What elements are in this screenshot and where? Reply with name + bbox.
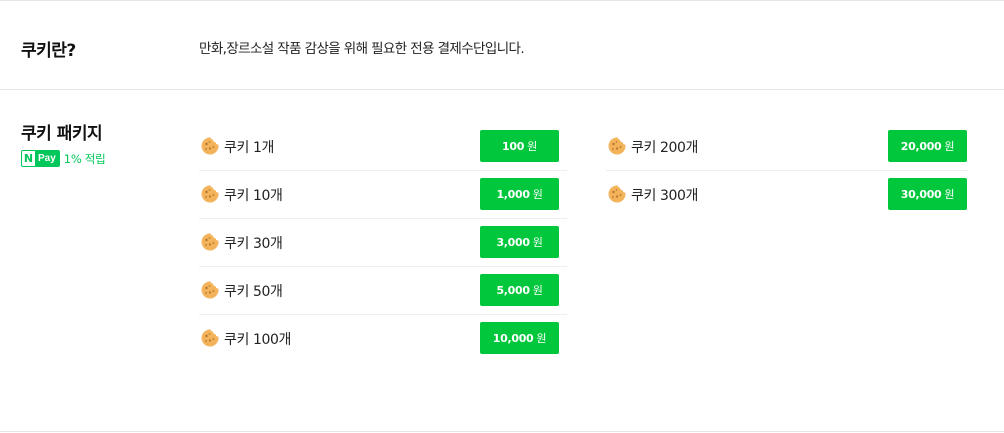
section-divider	[0, 89, 1004, 90]
package-label: 쿠키 1개	[224, 140, 274, 156]
currency-unit: 원	[944, 140, 955, 153]
bottom-divider	[0, 431, 1004, 432]
package-label: 쿠키 100개	[224, 332, 292, 348]
package-row: 쿠키 200개 20,000 원	[606, 123, 968, 171]
buy-button[interactable]: 3,000 원	[480, 226, 559, 258]
buy-button[interactable]: 1,000 원	[480, 178, 559, 210]
currency-unit: 원	[532, 284, 543, 297]
buy-button[interactable]: 5,000 원	[480, 274, 559, 306]
package-row: 쿠키 30개 3,000 원	[199, 219, 567, 267]
package-row: 쿠키 1개 100 원	[199, 123, 567, 171]
cookie-icon	[608, 185, 626, 203]
price-amount: 10,000	[492, 331, 534, 345]
price-amount: 20,000	[900, 139, 942, 153]
currency-unit: 원	[532, 188, 543, 201]
currency-unit: 원	[527, 140, 537, 153]
package-label: 쿠키 300개	[631, 188, 699, 204]
cookie-icon	[201, 185, 219, 203]
top-divider	[0, 0, 1004, 1]
npay-n-mark: N	[22, 151, 35, 166]
package-title: 쿠키 패키지	[21, 124, 103, 144]
package-row: 쿠키 300개 30,000 원	[606, 171, 968, 219]
package-label: 쿠키 30개	[224, 236, 283, 252]
buy-button[interactable]: 20,000 원	[888, 130, 967, 162]
cookie-icon	[201, 137, 219, 155]
cookie-icon	[201, 281, 219, 299]
package-list-right: 쿠키 200개 20,000 원 쿠키 300개 30,000 원	[606, 123, 968, 219]
buy-button[interactable]: 10,000 원	[480, 322, 559, 354]
price-amount: 1,000	[496, 187, 530, 201]
package-label: 쿠키 50개	[224, 284, 283, 300]
naver-pay-logo: N Pay	[21, 150, 60, 167]
price-amount: 100	[502, 139, 525, 153]
price-amount: 5,000	[496, 283, 530, 297]
package-label: 쿠키 200개	[631, 140, 699, 156]
price-amount: 3,000	[496, 235, 530, 249]
npay-pay-text: Pay	[38, 153, 56, 164]
package-row: 쿠키 10개 1,000 원	[199, 171, 567, 219]
package-label: 쿠키 10개	[224, 188, 283, 204]
buy-button[interactable]: 100 원	[480, 130, 559, 162]
currency-unit: 원	[532, 236, 543, 249]
price-amount: 30,000	[900, 187, 942, 201]
about-description: 만화,장르소설 작품 감상을 위해 필요한 전용 결제수단입니다.	[199, 41, 525, 57]
package-list-left: 쿠키 1개 100 원 쿠키 10개 1,000 원 쿠키 30개 3,000 원 쿠…	[199, 123, 567, 363]
package-row: 쿠키 100개 10,000 원	[199, 315, 567, 363]
about-title: 쿠키란?	[21, 41, 76, 61]
npay-reward-text: 1% 적립	[63, 151, 106, 166]
cookie-icon	[201, 329, 219, 347]
currency-unit: 원	[944, 188, 955, 201]
cookie-icon	[608, 137, 626, 155]
buy-button[interactable]: 30,000 원	[888, 178, 967, 210]
currency-unit: 원	[536, 332, 547, 345]
package-row: 쿠키 50개 5,000 원	[199, 267, 567, 315]
npay-reward-badge: N Pay 1% 적립	[21, 150, 106, 167]
cookie-icon	[201, 233, 219, 251]
